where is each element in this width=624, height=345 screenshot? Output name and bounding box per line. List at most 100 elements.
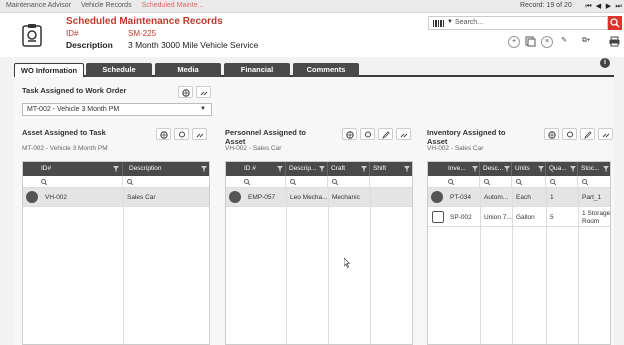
filter-icon[interactable]	[201, 166, 207, 172]
cell-description: Autom...	[484, 194, 509, 201]
filter-icon[interactable]	[277, 166, 283, 172]
asset-unlink-button[interactable]	[192, 128, 207, 140]
filter-icon[interactable]	[404, 166, 410, 172]
delete-icon[interactable]: ×	[541, 36, 553, 48]
personnel-unlink-button[interactable]	[396, 128, 411, 140]
filter-cell[interactable]	[328, 176, 370, 188]
filter-cell[interactable]	[428, 176, 480, 188]
last-record-button[interactable]: ⏭	[614, 2, 623, 11]
filter-icon[interactable]	[361, 166, 367, 172]
id-value: SM-225	[128, 29, 157, 38]
inventory-map-button[interactable]	[562, 128, 577, 140]
filter-cell[interactable]	[546, 176, 578, 188]
search-icon	[610, 18, 620, 28]
search-box[interactable]: ▼ Search...	[428, 16, 608, 30]
column-header-id[interactable]: ID#	[23, 162, 123, 176]
search-button[interactable]	[608, 16, 622, 30]
task-unlink-button[interactable]	[196, 86, 211, 98]
inventory-lookup-button[interactable]	[544, 128, 559, 140]
cell-units: Gallon	[516, 214, 535, 221]
grid-header: ID# Description	[23, 162, 209, 176]
edit-icon[interactable]: ✎	[558, 36, 570, 48]
cell-quantity: 1	[550, 194, 554, 201]
copy-record-icon[interactable]	[524, 36, 536, 48]
print-icon[interactable]	[608, 36, 620, 48]
wo-information-panel: Task Assigned to Work Order MT-002 - Veh…	[14, 77, 614, 345]
previous-record-button[interactable]: ◀	[594, 2, 603, 11]
filter-cell[interactable]	[370, 176, 414, 188]
barcode-icon[interactable]	[433, 20, 445, 27]
filter-cell[interactable]	[480, 176, 512, 188]
asset-map-button[interactable]	[174, 128, 189, 140]
unlink-icon	[200, 91, 208, 96]
filter-icon[interactable]	[319, 166, 325, 172]
filter-icon[interactable]	[113, 166, 119, 172]
tab-wo-information[interactable]: WO Information	[14, 63, 84, 77]
search-icon	[516, 179, 522, 185]
next-record-button[interactable]: ▶	[604, 2, 613, 11]
duplicate-menu-icon[interactable]: ⧉▾	[576, 36, 596, 48]
table-row[interactable]: PT-034 Autom... Each 1 Part_1	[428, 188, 610, 207]
personnel-lookup-button[interactable]	[342, 128, 357, 140]
cell-quantity: 5	[550, 214, 554, 221]
filter-row	[428, 176, 610, 188]
filter-cell[interactable]	[23, 176, 123, 188]
filter-cell[interactable]	[123, 176, 211, 188]
asset-section-subtitle: MT-002 - Vehicle 3 Month PM	[22, 145, 108, 152]
search-input[interactable]: Search...	[455, 19, 483, 26]
search-icon	[127, 179, 133, 185]
inventory-edit-button[interactable]	[580, 128, 595, 140]
filter-cell[interactable]	[578, 176, 612, 188]
tab-schedule[interactable]: Schedule	[86, 63, 152, 77]
filter-icon[interactable]	[570, 166, 576, 172]
globe-icon	[346, 131, 354, 139]
inventory-unlink-button[interactable]	[598, 128, 613, 140]
personnel-section-subtitle: VH-002 - Sales Car	[225, 145, 282, 152]
description-value: 3 Month 3000 Mile Vehicle Service	[128, 40, 259, 50]
filter-cell[interactable]	[512, 176, 546, 188]
info-icon[interactable]: i	[600, 58, 610, 68]
personnel-map-button[interactable]	[360, 128, 375, 140]
task-section-title: Task Assigned to Work Order	[22, 86, 127, 95]
location-icon	[365, 131, 371, 138]
first-record-button[interactable]: ⏮	[584, 2, 593, 11]
task-lookup-button[interactable]	[178, 86, 193, 98]
search-scope-dropdown-icon[interactable]: ▼	[447, 19, 453, 25]
table-row[interactable]: EMP-057 Leo Mecha... Mechanic	[226, 188, 412, 207]
asset-lookup-button[interactable]	[156, 128, 171, 140]
table-row[interactable]: VH-002 Sales Car	[23, 188, 209, 207]
person-avatar-icon	[229, 191, 241, 203]
inventory-section-subtitle: VH-002 - Sales Car	[427, 145, 484, 152]
filter-icon[interactable]	[504, 166, 510, 172]
search-icon	[448, 179, 454, 185]
filter-cell[interactable]	[226, 176, 286, 188]
task-select[interactable]: MT-002 - Vehicle 3 Month PM ▼	[22, 103, 212, 116]
personnel-grid: ID # Descrip... Craft Shift EMP-057 Leo …	[225, 161, 413, 345]
filter-icon[interactable]	[538, 166, 544, 172]
fluid-container-icon	[432, 211, 444, 223]
filter-icon[interactable]	[603, 166, 609, 172]
filter-row	[23, 176, 209, 188]
tab-financial[interactable]: Financial	[224, 63, 290, 77]
part-avatar-icon	[431, 191, 443, 203]
column-header-description[interactable]: Description	[123, 162, 211, 176]
grid-header: ID # Descrip... Craft Shift	[226, 162, 412, 176]
maintenance-clipboard-icon	[22, 24, 42, 47]
table-row[interactable]: SP-002 Union 7... Gallon 5 1 Storage Roo…	[428, 208, 610, 227]
tab-comments[interactable]: Comments	[293, 63, 359, 77]
globe-icon	[182, 89, 190, 97]
column-divider	[370, 188, 371, 344]
tab-media[interactable]: Media	[155, 63, 221, 77]
top-bar: Maintenance Advisor Vehicle Records Sche…	[0, 0, 624, 13]
cell-description: Sales Car	[127, 194, 156, 201]
breadcrumb-item-vehicle-records[interactable]: Vehicle Records	[81, 2, 132, 9]
chevron-down-icon: ▼	[200, 106, 206, 112]
cell-shift	[370, 188, 412, 207]
add-icon[interactable]: +	[508, 36, 520, 48]
personnel-edit-button[interactable]	[378, 128, 393, 140]
filter-icon[interactable]	[472, 166, 478, 172]
breadcrumb-item-maintenance-advisor[interactable]: Maintenance Advisor	[6, 2, 71, 9]
filter-cell[interactable]	[286, 176, 328, 188]
unlink-icon	[196, 133, 204, 138]
cell-id: EMP-057	[248, 194, 276, 201]
